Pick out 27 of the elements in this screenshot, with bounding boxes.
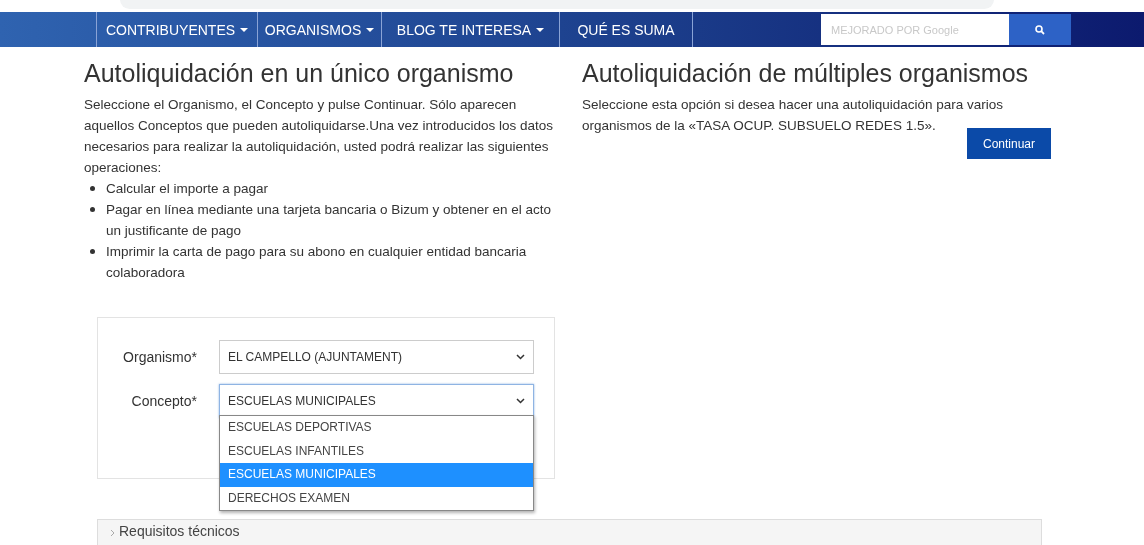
bullet-item: Calcular el importe a pagar (106, 180, 269, 198)
select-field[interactable]: EL CAMPELLO (AJUNTAMENT) (219, 340, 534, 374)
intro-text: Seleccione el Organismo, el Concepto y pulse Continuar. Sólo aparecen aquellos Conceptos que pueden autoliquidarse.Una vez introducidos los datos necesarios para realizar la autoliquidación, usted podrá realizar las siguientes operaciones: (84, 96, 555, 177)
bullet-icon (90, 249, 95, 254)
dropdown-option[interactable]: ESCUELAS INFANTILES (220, 439, 533, 463)
select-field[interactable]: ESCUELAS MUNICIPALES (219, 384, 534, 418)
continue-button[interactable]: Continuar (967, 128, 1051, 159)
accordion-header[interactable]: Requisitos técnicos (97, 519, 1042, 545)
dropdown-option[interactable]: DERECHOS EXAMEN (220, 486, 533, 510)
bullet-icon (90, 186, 95, 191)
bullet-item: Pagar en línea mediante una tarjeta bancaria o Bizum y obtener en el acto un justificante de pago (106, 201, 553, 240)
chevron-down-icon (516, 354, 525, 360)
search-button[interactable] (1009, 14, 1071, 45)
chevron-down-icon (516, 398, 525, 404)
field-label: Concepto* (130, 393, 198, 409)
section-title: Autoliquidación en un único organismo (84, 59, 515, 88)
bullet-icon (90, 207, 95, 212)
nav-menu-item[interactable]: CONTRIBUYENTES (96, 12, 258, 47)
search-icon (1035, 24, 1045, 35)
field-label: Organismo* (122, 349, 198, 365)
nav-menu-item[interactable]: BLOG TE INTERESA (381, 12, 560, 47)
dropdown-option[interactable]: ESCUELAS DEPORTIVAS (220, 416, 533, 440)
nav-menu-item[interactable]: QUÉ ES SUMA (559, 12, 693, 47)
section-title: Autoliquidación de múltiples organismos (582, 59, 1030, 88)
nav-menu-item[interactable]: ORGANISMOS (257, 12, 382, 47)
bullet-item: Imprimir la carta de pago para su abono en cualquier entidad bancaria colaboradora (106, 243, 528, 282)
chevron-right-icon (110, 529, 116, 537)
